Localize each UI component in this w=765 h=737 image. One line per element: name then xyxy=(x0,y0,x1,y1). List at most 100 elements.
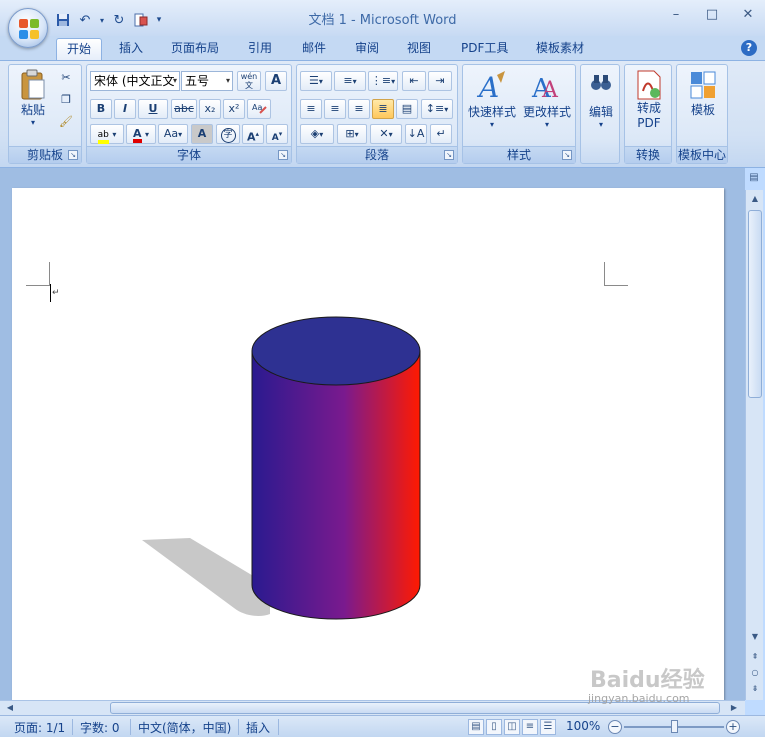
find-binoculars-icon xyxy=(591,75,611,90)
tab-references[interactable]: 引用 xyxy=(238,38,282,60)
cylinder-shadow xyxy=(142,538,270,616)
change-case-button[interactable]: Aa▾ xyxy=(158,124,188,144)
shading-icon[interactable]: ◈▾ xyxy=(300,124,334,144)
align-center-icon[interactable]: ≡ xyxy=(324,99,346,119)
full-screen-reading-icon[interactable]: ▯ xyxy=(486,719,502,735)
paragraph-launcher-icon[interactable]: ↘ xyxy=(444,150,454,160)
char-shading-button[interactable]: A xyxy=(191,124,213,144)
window-controls: – □ ✕ xyxy=(667,6,757,24)
baidu-watermark-url: jingyan.baidu.com xyxy=(588,692,690,705)
italic-button[interactable]: I xyxy=(114,99,136,119)
tab-page-layout[interactable]: 页面布局 xyxy=(161,38,229,60)
page-count[interactable]: 页面: 1/1 xyxy=(14,719,65,736)
print-layout-view-icon[interactable]: ▤ xyxy=(468,719,484,735)
show-marks-icon[interactable]: ↵ xyxy=(430,124,452,144)
align-right-icon[interactable]: ≡ xyxy=(348,99,370,119)
bullets-icon[interactable]: ☰▾ xyxy=(300,71,332,91)
sort-icon[interactable]: ↓A xyxy=(405,124,427,144)
zoom-slider-thumb[interactable] xyxy=(671,720,678,733)
highlight-button[interactable]: ab ▾ xyxy=(90,124,124,144)
language-indicator[interactable]: 中文(简体，中国) xyxy=(138,719,231,736)
underline-button[interactable]: U xyxy=(138,99,168,119)
subscript-button[interactable]: x₂ xyxy=(199,99,221,119)
zoom-out-icon[interactable]: − xyxy=(608,720,622,734)
scroll-up-icon[interactable]: ▲ xyxy=(747,192,763,206)
justify-icon[interactable]: ≣ xyxy=(372,99,394,119)
tab-home[interactable]: 开始 xyxy=(56,38,103,60)
font-launcher-icon[interactable]: ↘ xyxy=(278,150,288,160)
editing-button[interactable]: 编辑 ▾ xyxy=(583,71,619,129)
outline-view-icon[interactable]: ≡ xyxy=(522,719,538,735)
view-ruler-icon[interactable]: ▤ xyxy=(746,172,762,188)
chinese-layout-icon[interactable]: ✕▾ xyxy=(370,124,402,144)
window-title: 文档 1 - Microsoft Word xyxy=(308,13,457,28)
clipboard-launcher-icon[interactable]: ↘ xyxy=(68,150,78,160)
web-layout-icon[interactable]: ◫ xyxy=(504,719,520,735)
help-icon[interactable]: ? xyxy=(741,40,757,56)
clipboard-group: 粘贴 ▾ ✂ ❐ 🖌 剪贴板 ↘ xyxy=(8,64,82,164)
enclose-char-button[interactable]: 字 xyxy=(216,124,240,144)
superscript-button[interactable]: x² xyxy=(223,99,245,119)
copy-icon[interactable]: ❐ xyxy=(57,91,75,111)
decrease-indent-icon[interactable]: ⇤ xyxy=(402,71,426,91)
pdf-icon xyxy=(637,70,661,100)
shrink-font-label: A xyxy=(271,133,279,143)
char-border-button[interactable]: A xyxy=(265,71,287,91)
strikethrough-button[interactable]: abc xyxy=(171,99,197,119)
quick-styles-label: 快速样式 xyxy=(467,105,516,119)
format-painter-icon[interactable]: 🖌 xyxy=(57,113,75,133)
close-button[interactable]: ✕ xyxy=(739,6,757,24)
zoom-in-icon[interactable]: + xyxy=(726,720,740,734)
font-size-value: 五号 xyxy=(185,74,210,88)
scroll-down-icon[interactable]: ▼ xyxy=(747,630,763,644)
clear-formatting-icon[interactable]: Aa xyxy=(247,99,271,119)
quick-styles-button[interactable]: A 快速样式 ▾ xyxy=(465,69,519,129)
tab-view[interactable]: 视图 xyxy=(397,38,441,60)
phonetic-guide-button[interactable]: wén 文 xyxy=(237,71,261,91)
cylinder-shape[interactable] xyxy=(12,188,724,700)
grow-font-button[interactable]: A▴ xyxy=(242,124,264,144)
tab-review[interactable]: 审阅 xyxy=(345,38,389,60)
change-styles-button[interactable]: A A 更改样式 ▾ xyxy=(519,69,575,129)
word-count[interactable]: 字数: 0 xyxy=(80,719,120,736)
borders-icon[interactable]: ⊞▾ xyxy=(337,124,367,144)
vertical-scrollbar[interactable]: ▲ ▼ ⇞ ○ ⇟ xyxy=(745,190,763,700)
editing-group: 编辑 ▾ xyxy=(580,64,620,164)
document-page[interactable]: ↵ xyxy=(12,188,724,700)
multilevel-list-icon[interactable]: ⋮≡▾ xyxy=(368,71,398,91)
scroll-left-icon[interactable]: ◀ xyxy=(2,701,18,715)
minimize-button[interactable]: – xyxy=(667,6,685,24)
maximize-button[interactable]: □ xyxy=(703,6,721,24)
tab-mailings[interactable]: 邮件 xyxy=(292,38,336,60)
styles-launcher-icon[interactable]: ↘ xyxy=(562,150,572,160)
insert-mode[interactable]: 插入 xyxy=(246,719,270,736)
office-button[interactable] xyxy=(8,8,48,48)
template-button[interactable]: 模板 xyxy=(679,69,727,118)
scroll-right-icon[interactable]: ▶ xyxy=(726,701,742,715)
align-left-icon[interactable]: ≡ xyxy=(300,99,322,119)
next-page-icon[interactable]: ⇟ xyxy=(747,682,763,696)
ribbon-tabs: 开始 插入 页面布局 引用 邮件 审阅 视图 PDF工具 模板素材 ? xyxy=(0,36,765,60)
increase-indent-icon[interactable]: ⇥ xyxy=(428,71,452,91)
bold-button[interactable]: B xyxy=(90,99,112,119)
vertical-scroll-thumb[interactable] xyxy=(748,210,762,398)
font-color-button[interactable]: A ▾ xyxy=(126,124,156,144)
tab-insert[interactable]: 插入 xyxy=(109,38,153,60)
tab-templates[interactable]: 模板素材 xyxy=(526,38,594,60)
line-spacing-icon[interactable]: ↕≡▾ xyxy=(421,99,453,119)
status-bar: 页面: 1/1 字数: 0 中文(简体，中国) 插入 ▤ ▯ ◫ ≡ ☰ 100… xyxy=(0,715,765,737)
numbering-icon[interactable]: ≡▾ xyxy=(334,71,366,91)
select-browse-object-icon[interactable]: ○ xyxy=(747,666,763,680)
distributed-icon[interactable]: ▤ xyxy=(396,99,418,119)
cut-icon[interactable]: ✂ xyxy=(57,69,75,89)
font-name-select[interactable]: 宋体 (中文正文 ▾ xyxy=(90,71,180,91)
convert-to-pdf-button[interactable]: 转成 PDF xyxy=(627,69,671,131)
font-size-select[interactable]: 五号 ▾ xyxy=(181,71,233,91)
status-separator xyxy=(72,719,73,735)
draft-view-icon[interactable]: ☰ xyxy=(540,719,556,735)
shrink-font-button[interactable]: A▾ xyxy=(266,124,288,144)
previous-page-icon[interactable]: ⇞ xyxy=(747,650,763,664)
zoom-level[interactable]: 100% xyxy=(566,719,600,733)
tab-pdf-tools[interactable]: PDF工具 xyxy=(451,38,518,60)
paste-button[interactable]: 粘贴 ▾ xyxy=(15,69,51,127)
